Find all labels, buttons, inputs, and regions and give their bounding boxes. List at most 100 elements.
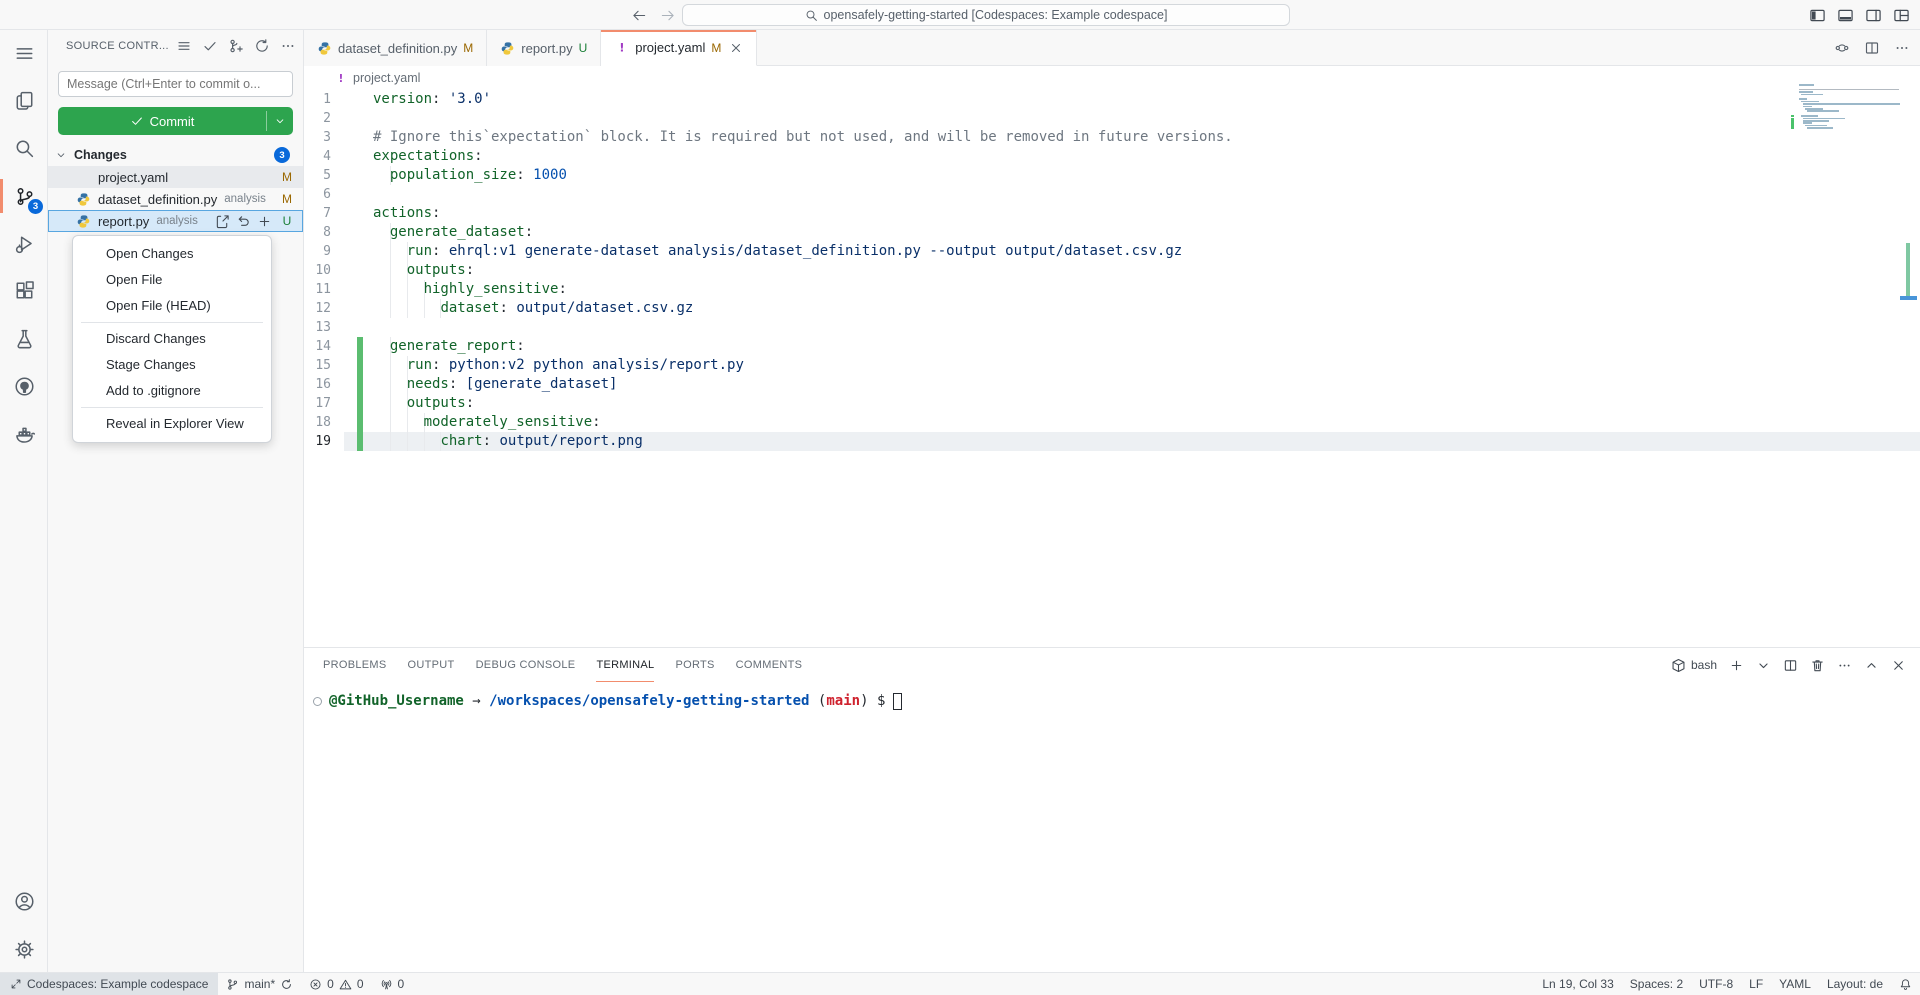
refresh-icon[interactable] bbox=[252, 36, 271, 55]
more-icon[interactable] bbox=[278, 36, 297, 55]
activity-item-testing[interactable] bbox=[0, 318, 48, 358]
code-text: needs: [generate_dataset] bbox=[407, 375, 618, 394]
code-line-13[interactable]: 13 bbox=[304, 318, 1920, 337]
code-line-18[interactable]: 18moderately_sensitive: bbox=[304, 413, 1920, 432]
activity-item-explorer[interactable] bbox=[0, 80, 48, 120]
commit-check-icon[interactable] bbox=[200, 36, 219, 55]
problems-status[interactable]: 0 0 bbox=[301, 973, 371, 995]
chevron-up-icon[interactable] bbox=[1864, 658, 1879, 673]
tab-dataset-definition-py[interactable]: dataset_definition.pyM bbox=[304, 30, 487, 66]
open-changes-icon[interactable] bbox=[1834, 40, 1850, 56]
panel-tab-comments[interactable]: COMMENTS bbox=[736, 648, 803, 682]
add-icon[interactable] bbox=[1729, 658, 1744, 673]
commit-message-input[interactable] bbox=[58, 71, 293, 97]
panel-tab-output[interactable]: OUTPUT bbox=[408, 648, 455, 682]
activity-item-source-control[interactable]: 3 bbox=[0, 176, 48, 216]
activity-item-github[interactable] bbox=[0, 366, 48, 406]
code-line-6[interactable]: 6 bbox=[304, 185, 1920, 204]
stage-icon[interactable] bbox=[257, 214, 272, 229]
docker-icon bbox=[14, 423, 35, 444]
menu-item-add-to-gitignore[interactable]: Add to .gitignore bbox=[73, 378, 271, 404]
code-line-17[interactable]: 17outputs: bbox=[304, 394, 1920, 413]
encoding-status[interactable]: UTF-8 bbox=[1691, 973, 1741, 995]
panel-tab-ports[interactable]: PORTS bbox=[675, 648, 714, 682]
code-line-2[interactable]: 2 bbox=[304, 109, 1920, 128]
code-line-14[interactable]: 14generate_report: bbox=[304, 337, 1920, 356]
commit-dropdown-button[interactable] bbox=[267, 107, 293, 135]
notifications-bell[interactable] bbox=[1891, 973, 1920, 995]
file-row-dataset-definition-py[interactable]: dataset_definition.pyanalysisM bbox=[48, 188, 303, 210]
activity-item-settings-gear[interactable] bbox=[0, 929, 48, 969]
activity-item-account[interactable] bbox=[0, 881, 48, 921]
code-line-19[interactable]: 19chart: output/report.png bbox=[304, 432, 1920, 451]
back-button[interactable] bbox=[628, 4, 650, 26]
activity-item-docker[interactable] bbox=[0, 413, 48, 453]
activity-item-menu[interactable] bbox=[0, 33, 48, 73]
code-line-3[interactable]: 3# Ignore this`expectation` block. It is… bbox=[304, 128, 1920, 147]
cursor-position-status[interactable]: Ln 19, Col 33 bbox=[1534, 973, 1621, 995]
close-icon[interactable] bbox=[729, 41, 743, 55]
split-panel-icon[interactable] bbox=[1783, 658, 1798, 673]
indentation-status[interactable]: Spaces: 2 bbox=[1622, 973, 1691, 995]
activity-item-extensions[interactable] bbox=[0, 270, 48, 310]
terminal[interactable]: @GitHub_Username → /workspaces/opensafel… bbox=[304, 682, 1920, 972]
close-icon[interactable] bbox=[1891, 658, 1906, 673]
file-row-project-yaml[interactable]: project.yamlM bbox=[48, 166, 303, 188]
menu-item-open-file-head[interactable]: Open File (HEAD) bbox=[73, 293, 271, 319]
customize-layout-icon[interactable] bbox=[1893, 7, 1910, 24]
code-line-7[interactable]: 7actions: bbox=[304, 204, 1920, 223]
tab-report-py[interactable]: report.pyU bbox=[487, 30, 601, 66]
panel-tab-terminal[interactable]: TERMINAL bbox=[596, 648, 654, 682]
menu-item-reveal-in-explorer-view[interactable]: Reveal in Explorer View bbox=[73, 411, 271, 437]
code-line-5[interactable]: 5population_size: 1000 bbox=[304, 166, 1920, 185]
command-center-search[interactable]: opensafely-getting-started [Codespaces: … bbox=[682, 4, 1290, 26]
tab-project-yaml[interactable]: !project.yamlM bbox=[601, 30, 757, 66]
code-line-12[interactable]: 12dataset: output/dataset.csv.gz bbox=[304, 299, 1920, 318]
code-line-1[interactable]: 1version: '3.0' bbox=[304, 90, 1920, 109]
code-line-16[interactable]: 16needs: [generate_dataset] bbox=[304, 375, 1920, 394]
more-icon[interactable] bbox=[1894, 40, 1910, 56]
changes-section-header[interactable]: Changes 3 bbox=[48, 144, 303, 166]
menu-item-open-file[interactable]: Open File bbox=[73, 267, 271, 293]
language-status[interactable]: YAML bbox=[1771, 973, 1819, 995]
eol-status[interactable]: LF bbox=[1741, 973, 1771, 995]
view-list-icon[interactable] bbox=[174, 36, 193, 55]
indent-guide bbox=[407, 432, 408, 451]
commit-button[interactable]: Commit bbox=[58, 107, 293, 135]
chevron-down-icon[interactable] bbox=[1756, 658, 1771, 673]
more-icon[interactable] bbox=[1837, 658, 1852, 673]
toggle-secondary-sidebar-icon[interactable] bbox=[1865, 7, 1882, 24]
menu-item-open-changes[interactable]: Open Changes bbox=[73, 241, 271, 267]
breadcrumb[interactable]: ! project.yaml bbox=[304, 66, 1920, 90]
code-line-8[interactable]: 8generate_dataset: bbox=[304, 223, 1920, 242]
terminal-profile[interactable]: bash bbox=[1671, 658, 1717, 673]
menu-item-stage-changes[interactable]: Stage Changes bbox=[73, 352, 271, 378]
panel-tab-problems[interactable]: PROBLEMS bbox=[323, 648, 387, 682]
toggle-sidebar-icon[interactable] bbox=[1809, 7, 1826, 24]
split-editor-icon[interactable] bbox=[1864, 40, 1880, 56]
code-text: expectations: bbox=[373, 147, 483, 166]
code-line-10[interactable]: 10outputs: bbox=[304, 261, 1920, 280]
code-line-15[interactable]: 15run: python:v2 python analysis/report.… bbox=[304, 356, 1920, 375]
menu-item-discard-changes[interactable]: Discard Changes bbox=[73, 326, 271, 352]
code-line-9[interactable]: 9run: ehrql:v1 generate-dataset analysis… bbox=[304, 242, 1920, 261]
activity-item-run-debug[interactable] bbox=[0, 223, 48, 263]
file-row-report-py[interactable]: report.pyanalysisU bbox=[48, 210, 303, 232]
remote-indicator[interactable]: Codespaces: Example codespace bbox=[0, 973, 218, 995]
panel-tab-debug-console[interactable]: DEBUG CONSOLE bbox=[476, 648, 576, 682]
toggle-panel-icon[interactable] bbox=[1837, 7, 1854, 24]
discard-icon[interactable] bbox=[236, 214, 251, 229]
minimap[interactable] bbox=[1795, 84, 1901, 144]
open-file-icon[interactable] bbox=[215, 214, 230, 229]
branch-status[interactable]: main* bbox=[218, 973, 301, 995]
code-line-11[interactable]: 11highly_sensitive: bbox=[304, 280, 1920, 299]
activity-item-search[interactable] bbox=[0, 128, 48, 168]
commit-button-main[interactable]: Commit bbox=[58, 107, 266, 135]
layout-status[interactable]: Layout: de bbox=[1819, 973, 1891, 995]
branch-plus-icon[interactable] bbox=[226, 36, 245, 55]
trash-icon[interactable] bbox=[1810, 658, 1825, 673]
editor-code[interactable]: 1version: '3.0'23# Ignore this`expectati… bbox=[304, 90, 1920, 647]
ports-status[interactable]: 0 bbox=[372, 973, 413, 995]
forward-button[interactable] bbox=[656, 4, 678, 26]
code-line-4[interactable]: 4expectations: bbox=[304, 147, 1920, 166]
